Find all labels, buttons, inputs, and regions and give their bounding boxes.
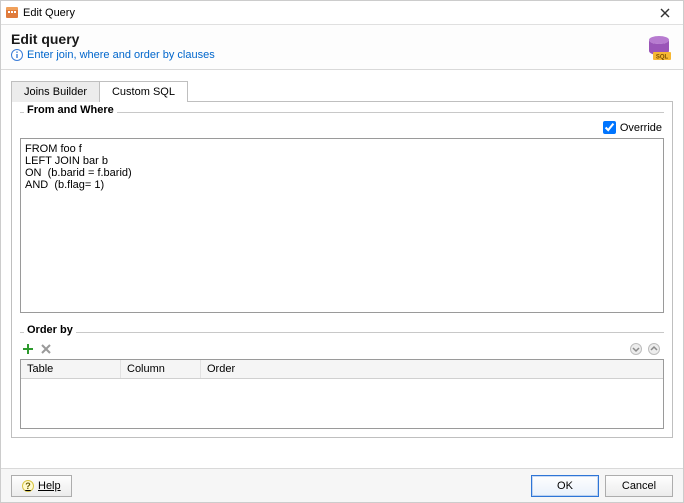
- move-up-button[interactable]: [646, 341, 662, 357]
- help-icon: ?: [22, 480, 34, 492]
- ok-button[interactable]: OK: [531, 475, 599, 497]
- close-button[interactable]: [653, 3, 677, 23]
- sql-textarea[interactable]: [20, 138, 664, 313]
- arrow-up-icon: [648, 343, 660, 355]
- info-icon: [11, 49, 23, 61]
- from-where-legend: From and Where: [24, 104, 117, 116]
- tab-joins-builder[interactable]: Joins Builder: [11, 81, 100, 102]
- delete-button[interactable]: [38, 341, 54, 357]
- order-by-toolbar: [20, 339, 664, 359]
- from-where-group: From and Where Override: [20, 112, 664, 316]
- delete-icon: [41, 344, 51, 354]
- database-sql-icon: SQL: [645, 33, 673, 61]
- override-label: Override: [620, 122, 662, 134]
- bottom-bar: ? Help OK Cancel: [1, 468, 683, 502]
- tab-panel-custom-sql: From and Where Override Order by: [11, 101, 673, 438]
- header: Edit query Enter join, where and order b…: [1, 25, 683, 70]
- tab-custom-sql[interactable]: Custom SQL: [99, 81, 188, 102]
- app-icon: [5, 6, 19, 20]
- header-hint: Enter join, where and order by clauses: [27, 49, 215, 61]
- order-by-col-order[interactable]: Order: [201, 360, 663, 378]
- titlebar: Edit Query: [1, 1, 683, 25]
- order-by-col-column[interactable]: Column: [121, 360, 201, 378]
- order-by-table[interactable]: Table Column Order: [20, 359, 664, 429]
- cancel-button[interactable]: Cancel: [605, 475, 673, 497]
- arrow-down-icon: [630, 343, 642, 355]
- help-button[interactable]: ? Help: [11, 475, 72, 497]
- move-down-button[interactable]: [628, 341, 644, 357]
- order-by-header: Table Column Order: [21, 360, 663, 379]
- window-title: Edit Query: [23, 7, 653, 19]
- order-by-legend: Order by: [24, 324, 76, 336]
- override-checkbox[interactable]: [603, 121, 616, 134]
- add-icon: [22, 343, 34, 355]
- order-by-group: Order by: [20, 332, 664, 429]
- order-by-col-table[interactable]: Table: [21, 360, 121, 378]
- page-title: Edit query: [11, 31, 673, 47]
- tab-strip: Joins Builder Custom SQL: [11, 80, 673, 101]
- svg-text:SQL: SQL: [656, 55, 669, 61]
- help-label: Help: [38, 480, 61, 492]
- add-button[interactable]: [20, 341, 36, 357]
- close-icon: [660, 8, 670, 18]
